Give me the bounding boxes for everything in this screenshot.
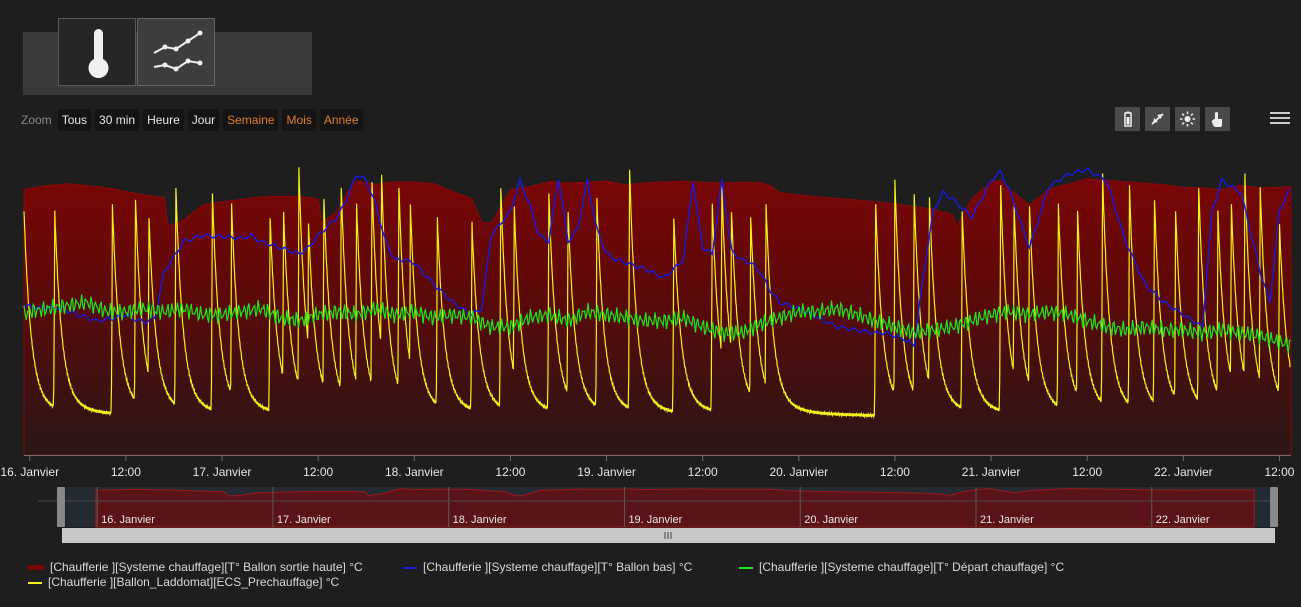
navigator-tick-label: 22. Janvier <box>1156 514 1210 526</box>
x-tick-label: 12:00 <box>303 465 333 479</box>
navigator-tick-label: 21. Janvier <box>980 514 1034 526</box>
x-tick-label: 20. Janvier <box>769 465 828 479</box>
x-tick-label: 12:00 <box>1264 465 1294 479</box>
x-tick-label: 19. Janvier <box>577 465 636 479</box>
legend-item-ballon-bas[interactable]: [Chaufferie ][Systeme chauffage][T° Ball… <box>403 560 692 574</box>
x-tick-label: 12:00 <box>111 465 141 479</box>
legend-item-depart-chauffage[interactable]: [Chaufferie ][Systeme chauffage][T° Dépa… <box>739 560 1064 574</box>
x-tick-label: 12:00 <box>880 465 910 479</box>
navigator-tick-label: 18. Janvier <box>453 514 507 526</box>
legend-item-ballon-sortie-haute[interactable]: [Chaufferie ][Systeme chauffage][T° Ball… <box>28 560 363 574</box>
navigator-tick-label: 19. Janvier <box>628 514 682 526</box>
legend-label: [Chaufferie ][Systeme chauffage][T° Dépa… <box>759 560 1065 574</box>
navigator-handle-left[interactable] <box>57 487 65 527</box>
navigator-tick-label: 17. Janvier <box>277 514 331 526</box>
temperature-chart: 16. Janvier 12:00 17. Janvier 12:00 18. Janv… <box>0 167 1295 543</box>
navigator-tick-label: 16. Janvier <box>101 514 155 526</box>
navigator-tick-label: 20. Janvier <box>804 514 858 526</box>
x-tick-label: 16. Janvier <box>0 465 59 479</box>
x-tick-label: 12:00 <box>1072 465 1102 479</box>
legend-label: [Chaufferie ][Systeme chauffage][T° Ball… <box>423 560 693 574</box>
x-tick-label: 12:00 <box>688 465 718 479</box>
x-tick-label: 21. Janvier <box>962 465 1021 479</box>
legend-item-ecs-prechauffage[interactable]: [Chaufferie ][Ballon_Laddomat][ECS_Prech… <box>28 575 339 589</box>
series-ballon-sortie-haute-area <box>23 178 1292 456</box>
x-tick-label: 22. Janvier <box>1154 465 1213 479</box>
x-tick-label: 17. Janvier <box>193 465 252 479</box>
navigator-handle-right[interactable] <box>1270 487 1278 527</box>
x-tick-label: 18. Janvier <box>385 465 444 479</box>
x-tick-label: 12:00 <box>495 465 525 479</box>
legend-label: [Chaufferie ][Systeme chauffage][T° Ball… <box>50 560 363 574</box>
legend-label: [Chaufferie ][Ballon_Laddomat][ECS_Prech… <box>48 575 340 589</box>
